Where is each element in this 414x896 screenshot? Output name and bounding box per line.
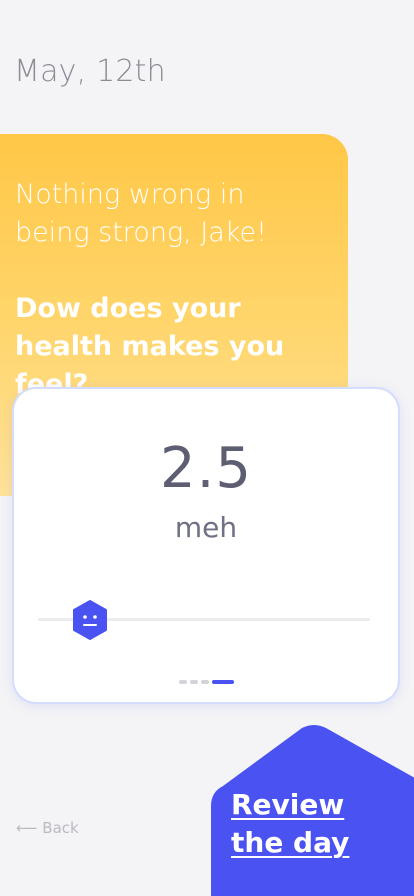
neutral-face-hexagon-icon [73,600,107,640]
mood-slider-thumb[interactable] [72,600,108,640]
page-dot [201,680,209,684]
page-dot [179,680,187,684]
page-dot-active [212,680,234,684]
page-indicator [179,680,234,684]
screen: May, 12th Nothing wrong in being strong,… [0,0,414,896]
back-link[interactable]: ⟵ Back [16,819,79,837]
question-text: Dow does your health makes you feel? [15,293,285,400]
review-day-label[interactable]: Review the day [231,786,391,862]
date-header: May, 12th [14,54,166,89]
rating-value: 2.5 [159,436,253,501]
greeting-text: Nothing wrong in being strong, Jake! [15,179,267,248]
page-dot [190,680,198,684]
rating-label: meh [174,511,238,544]
rating-card: 2.5 meh [14,389,398,702]
